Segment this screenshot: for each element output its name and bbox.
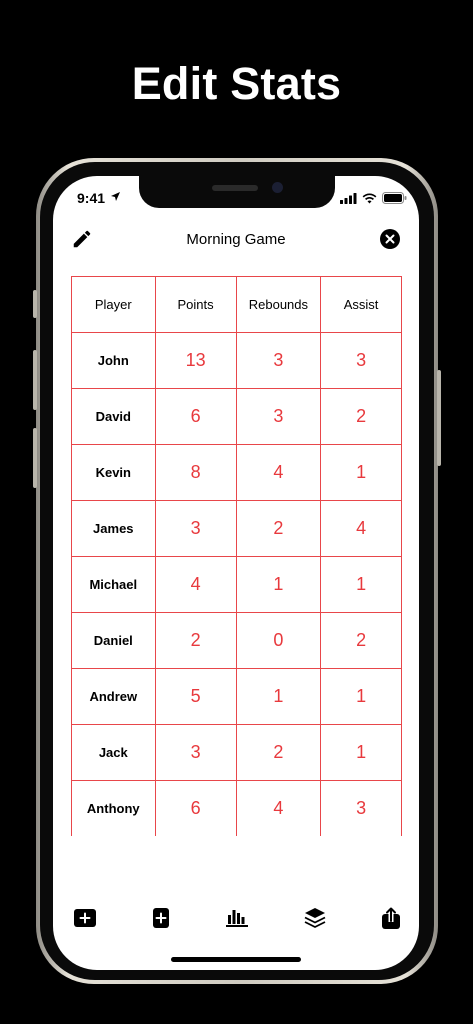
player-name[interactable]: Daniel xyxy=(71,612,156,669)
assists-cell[interactable]: 3 xyxy=(320,332,402,389)
speaker xyxy=(212,185,258,191)
player-name[interactable]: Kevin xyxy=(71,444,156,501)
points-cell[interactable]: 6 xyxy=(154,780,237,836)
rebounds-cell[interactable]: 0 xyxy=(235,612,322,669)
header-points: Points xyxy=(154,276,237,333)
assists-cell[interactable]: 2 xyxy=(320,612,402,669)
close-icon xyxy=(385,234,395,244)
notch xyxy=(139,176,335,208)
app-screen: 9:41 Morning Game Player Points Rebounds… xyxy=(53,176,419,970)
rebounds-cell[interactable]: 3 xyxy=(235,332,322,389)
player-name[interactable]: Andrew xyxy=(71,668,156,725)
chart-icon xyxy=(226,910,248,927)
assists-cell[interactable]: 1 xyxy=(320,668,402,725)
add-column-button[interactable] xyxy=(149,906,173,930)
layers-button[interactable] xyxy=(303,906,327,930)
header-assists: Assist xyxy=(320,276,402,333)
volume-up-button xyxy=(33,350,37,410)
player-name[interactable]: David xyxy=(71,388,156,445)
stats-table-scroll[interactable]: Player Points Rebounds Assist John 13 3 … xyxy=(71,276,402,836)
home-indicator[interactable] xyxy=(171,957,301,962)
table-header-row: Player Points Rebounds Assist xyxy=(71,276,402,333)
status-time: 9:41 xyxy=(77,190,106,206)
player-name[interactable]: Jack xyxy=(71,724,156,781)
volume-down-button xyxy=(33,428,37,488)
table-row: Andrew 5 1 1 xyxy=(71,668,402,725)
add-row-icon xyxy=(74,909,96,927)
rebounds-cell[interactable]: 1 xyxy=(235,556,322,613)
player-name[interactable]: James xyxy=(71,500,156,557)
header-rebounds: Rebounds xyxy=(235,276,322,333)
assists-cell[interactable]: 1 xyxy=(320,556,402,613)
share-icon xyxy=(382,907,400,929)
rebounds-cell[interactable]: 2 xyxy=(235,724,322,781)
status-icons xyxy=(340,192,407,204)
rebounds-cell[interactable]: 1 xyxy=(235,668,322,725)
front-camera xyxy=(272,182,283,193)
table-row: Daniel 2 0 2 xyxy=(71,612,402,669)
table-row: Jack 3 2 1 xyxy=(71,724,402,781)
battery-icon xyxy=(382,192,407,204)
table-row: James 3 2 4 xyxy=(71,500,402,557)
points-cell[interactable]: 8 xyxy=(154,444,237,501)
headline: Edit Stats xyxy=(131,58,342,109)
table-row: David 6 3 2 xyxy=(71,388,402,445)
location-arrow-icon xyxy=(111,192,120,201)
player-name[interactable]: Anthony xyxy=(71,780,156,836)
table-row: John 13 3 3 xyxy=(71,332,402,389)
points-cell[interactable]: 6 xyxy=(154,388,237,445)
bottom-toolbar xyxy=(53,906,419,936)
nav-title: Morning Game xyxy=(186,231,286,248)
points-cell[interactable]: 2 xyxy=(154,612,237,669)
points-cell[interactable]: 13 xyxy=(154,332,237,389)
points-cell[interactable]: 5 xyxy=(154,668,237,725)
layers-icon xyxy=(304,908,326,928)
assists-cell[interactable]: 4 xyxy=(320,500,402,557)
close-button[interactable] xyxy=(380,229,400,249)
chart-button[interactable] xyxy=(225,906,249,930)
rebounds-cell[interactable]: 4 xyxy=(235,780,322,836)
header-player: Player xyxy=(71,276,156,333)
mute-switch xyxy=(33,290,37,318)
assists-cell[interactable]: 3 xyxy=(320,780,402,836)
stats-table: Player Points Rebounds Assist John 13 3 … xyxy=(71,276,402,836)
points-cell[interactable]: 3 xyxy=(154,724,237,781)
power-button xyxy=(437,370,441,466)
rebounds-cell[interactable]: 3 xyxy=(235,388,322,445)
rebounds-cell[interactable]: 2 xyxy=(235,500,322,557)
add-row-button[interactable] xyxy=(73,906,97,930)
table-row: Michael 4 1 1 xyxy=(71,556,402,613)
cellular-signal-icon xyxy=(340,192,357,204)
player-name[interactable]: John xyxy=(71,332,156,389)
player-name[interactable]: Michael xyxy=(71,556,156,613)
rebounds-cell[interactable]: 4 xyxy=(235,444,322,501)
add-column-icon xyxy=(153,908,169,928)
points-cell[interactable]: 4 xyxy=(154,556,237,613)
share-button[interactable] xyxy=(379,906,403,930)
table-row: Anthony 6 4 3 xyxy=(71,780,402,836)
points-cell[interactable]: 3 xyxy=(154,500,237,557)
wifi-icon xyxy=(362,192,377,203)
table-row: Kevin 8 4 1 xyxy=(71,444,402,501)
assists-cell[interactable]: 1 xyxy=(320,444,402,501)
assists-cell[interactable]: 2 xyxy=(320,388,402,445)
assists-cell[interactable]: 1 xyxy=(320,724,402,781)
